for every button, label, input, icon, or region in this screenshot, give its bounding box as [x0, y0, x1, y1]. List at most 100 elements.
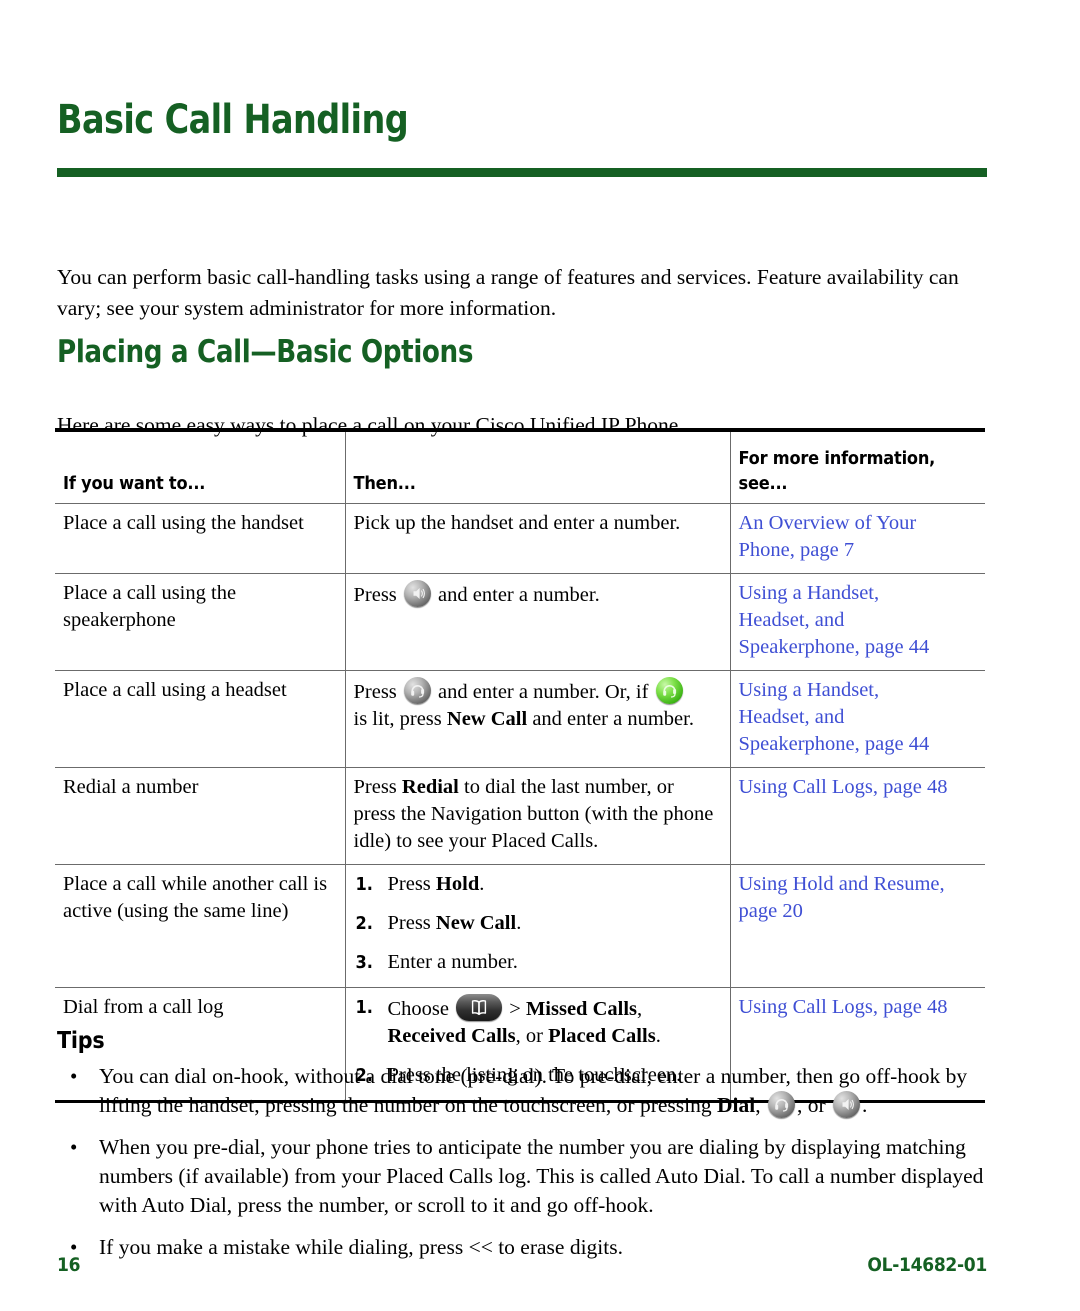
task-cell: Place a call using a headset	[55, 670, 346, 768]
xref-line: An Overview of Your	[738, 512, 917, 534]
xref-line: Using Call Logs, page 48	[738, 776, 948, 798]
step-text: Press	[387, 873, 436, 895]
xref-line: Using a Handset,	[738, 679, 880, 701]
action-text: and enter a number.	[438, 584, 600, 606]
step-text: Enter a number.	[387, 951, 518, 973]
list-item: 2. Press New Call.	[354, 910, 720, 937]
action-text: is lit, press	[353, 708, 442, 730]
action-cell: Pick up the handset and enter a number.	[345, 503, 731, 574]
task-cell: Redial a number	[55, 767, 346, 865]
tips-heading: Tips	[57, 1028, 105, 1054]
list-item: • You can dial on-hook, without a dial t…	[57, 1062, 992, 1120]
step-text-post: .	[655, 1025, 661, 1047]
action-cell: Press and enter a number.	[345, 573, 731, 671]
column-header-for-more-information: For more information, see...	[730, 430, 985, 504]
list-item: 1. Press Hold.	[354, 871, 720, 898]
step-bold: New Call	[435, 912, 517, 934]
xref-cell[interactable]: Using Call Logs, page 48	[730, 768, 985, 865]
step-bold-placed-calls: Placed Calls	[548, 1025, 656, 1047]
directories-icon	[456, 994, 503, 1021]
step-number: 1.	[355, 874, 373, 895]
step-text: Press	[387, 912, 436, 934]
placing-a-call-table: If you want to... Then... For more infor…	[55, 428, 985, 1103]
xref-line: Headset, and	[738, 609, 845, 631]
xref-line: Phone, page 7	[738, 539, 855, 561]
task-cell: Place a call while another call is activ…	[55, 864, 346, 988]
step-number: 2.	[355, 913, 373, 934]
headset-icon	[403, 677, 431, 704]
xref-line: Using Hold and Resume,	[738, 873, 945, 895]
action-bold-redial: Redial	[401, 776, 459, 798]
table-row: Place a call while another call is activ…	[55, 864, 985, 988]
step-text: , or	[515, 1025, 549, 1047]
action-cell: Press and enter a number. Or, if is lit,…	[345, 670, 731, 768]
list-item: • When you pre-dial, your phone tries to…	[57, 1133, 992, 1220]
tip-text: If you make a mistake while dialing, pre…	[99, 1235, 623, 1259]
speakerphone-icon	[403, 580, 431, 607]
document-page: Basic Call Handling You can perform basi…	[0, 0, 1080, 1311]
table-row: Place a call using the handset Pick up t…	[55, 503, 985, 574]
tips-list: • You can dial on-hook, without a dial t…	[57, 1062, 992, 1275]
xref-line: Speakerphone, page 44	[738, 636, 930, 658]
step-text-post: .	[479, 873, 485, 895]
step-bold: Hold	[435, 873, 480, 895]
list-item: • If you make a mistake while dialing, p…	[57, 1233, 992, 1262]
step-separator: >	[509, 998, 526, 1020]
xref-cell[interactable]: Using a Handset, Headset, and Speakerpho…	[730, 671, 985, 768]
column-header-line-2: see...	[738, 473, 788, 494]
bullet-icon: •	[70, 1064, 78, 1088]
tip-text: ,	[755, 1093, 766, 1117]
table-row: Place a call using the speakerphone Pres…	[55, 573, 985, 671]
xref-line: page 20	[738, 900, 803, 922]
tip-text: , or	[796, 1093, 832, 1117]
action-text: Press	[353, 681, 397, 703]
tip-bold-dial: Dial	[716, 1093, 756, 1117]
section-heading: Placing a Call—Basic Options	[57, 334, 474, 370]
action-cell: Press Redial to dial the last number, or…	[345, 767, 731, 865]
title-underline-rule	[57, 168, 987, 177]
table-header-row: If you want to... Then... For more infor…	[55, 430, 985, 504]
intro-paragraph: You can perform basic call-handling task…	[57, 264, 959, 320]
step-bold-received-calls: Received Calls	[387, 1025, 516, 1047]
action-text: Press	[353, 584, 397, 606]
tip-text: When you pre-dial, your phone tries to a…	[99, 1135, 984, 1217]
xref-cell[interactable]: Using Hold and Resume, page 20	[730, 865, 985, 988]
headset-lit-icon	[655, 677, 683, 704]
step-text: Choose	[387, 998, 450, 1020]
footer-doc-id: OL-14682-01	[867, 1254, 987, 1276]
action-text: and enter a number. Or, if	[438, 681, 649, 703]
bullet-icon: •	[70, 1135, 78, 1159]
xref-cell[interactable]: Using a Handset, Headset, and Speakerpho…	[730, 574, 985, 671]
step-list: 1. Press Hold. 2. Press New Call. 3. Ent…	[354, 871, 720, 976]
step-number: 3.	[355, 952, 373, 973]
list-item: 1. Choose > Missed Calls, Received Calls…	[354, 994, 720, 1050]
xref-cell[interactable]: An Overview of Your Phone, page 7	[730, 504, 985, 574]
table-row: Place a call using a headset Press and e…	[55, 670, 985, 768]
action-text: Pick up the handset and enter a number.	[353, 512, 681, 534]
column-header-then: Then...	[345, 430, 731, 504]
column-header-if-you-want-to: If you want to...	[55, 430, 346, 504]
footer-page-number: 16	[57, 1254, 81, 1276]
table-row: Redial a number Press Redial to dial the…	[55, 767, 985, 865]
table-header: If you want to... Then... For more infor…	[55, 430, 985, 504]
step-text-post: .	[516, 912, 522, 934]
action-text: Press	[353, 776, 397, 798]
speakerphone-icon	[833, 1091, 861, 1118]
action-text: and enter a number.	[532, 708, 694, 730]
list-item: 3. Enter a number.	[354, 949, 720, 976]
action-bold-new-call: New Call	[446, 708, 528, 730]
xref-line: Using Call Logs, page 48	[738, 996, 948, 1018]
step-bold-missed-calls: Missed Calls	[525, 998, 637, 1020]
xref-line: Speakerphone, page 44	[738, 733, 930, 755]
headset-icon	[767, 1091, 795, 1118]
task-cell: Place a call using the speakerphone	[55, 573, 346, 671]
step-number: 1.	[355, 997, 373, 1018]
task-cell: Place a call using the handset	[55, 503, 346, 574]
page-title: Basic Call Handling	[57, 97, 409, 143]
action-cell: 1. Press Hold. 2. Press New Call. 3. Ent…	[345, 864, 731, 988]
column-header-line-1: For more information,	[738, 448, 936, 469]
xref-line: Headset, and	[738, 706, 845, 728]
xref-line: Using a Handset,	[738, 582, 880, 604]
step-text: ,	[637, 998, 643, 1020]
tip-text: .	[862, 1093, 868, 1117]
